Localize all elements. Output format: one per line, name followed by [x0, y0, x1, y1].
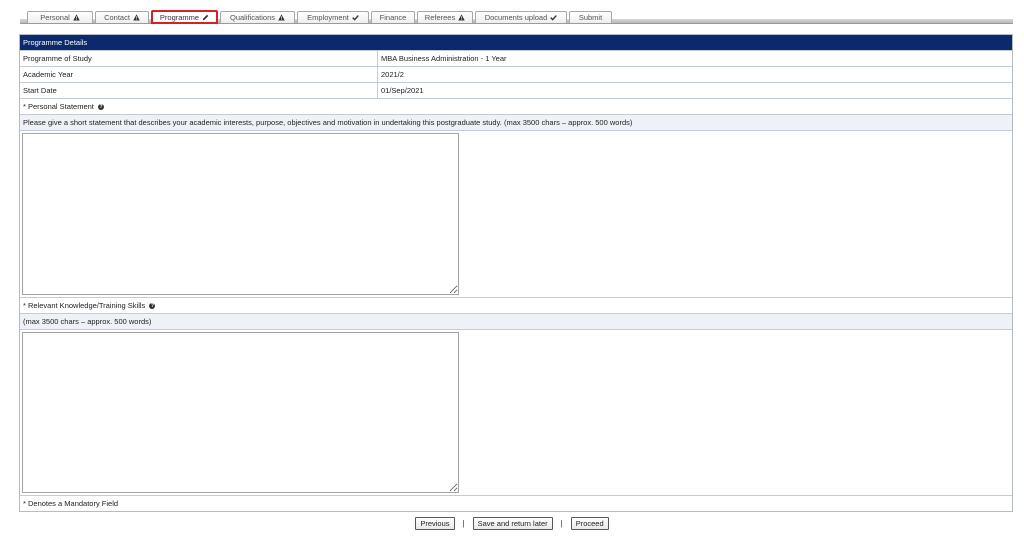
tab-label: Referees	[424, 13, 456, 22]
knowledge-skills-label-cell: * Relevant Knowledge/Training Skills ?	[20, 298, 1012, 313]
tab-employment[interactable]: Employment	[297, 11, 369, 23]
pencil-icon	[202, 14, 209, 21]
tab-qualifications[interactable]: Qualifications	[220, 11, 295, 23]
tabs: Personal Contact Programme Qualification…	[27, 10, 612, 24]
knowledge-skills-textarea[interactable]	[22, 332, 459, 493]
tab-submit[interactable]: Submit	[569, 11, 612, 23]
question-circle-icon[interactable]: ?	[149, 303, 156, 310]
personal-statement-label: * Personal Statement	[23, 102, 94, 111]
personal-statement-label-row: * Personal Statement ?	[20, 98, 1012, 114]
knowledge-skills-field-row	[20, 329, 1012, 495]
tab-programme[interactable]: Programme	[151, 10, 218, 24]
section-header: Programme Details	[20, 35, 1012, 50]
detail-value: 01/Sep/2021	[381, 86, 424, 95]
detail-row-start-date: Start Date 01/Sep/2021	[20, 82, 1012, 98]
proceed-button[interactable]: Proceed	[570, 517, 609, 530]
separator: |	[462, 519, 465, 528]
detail-value: MBA Business Administration - 1 Year	[381, 54, 507, 63]
check-icon	[352, 14, 359, 21]
detail-label: Academic Year	[20, 67, 378, 82]
tab-bar: Personal Contact Programme Qualification…	[20, 8, 1013, 24]
personal-statement-instructions-row: Please give a short statement that descr…	[20, 114, 1012, 130]
knowledge-skills-instructions-row: (max 3500 chars – approx. 500 words)	[20, 313, 1012, 329]
tab-personal[interactable]: Personal	[27, 11, 93, 23]
tab-label: Finance	[379, 13, 407, 22]
personal-statement-field-row	[20, 130, 1012, 297]
tab-label: Submit	[578, 13, 603, 22]
tab-label: Contact	[104, 13, 130, 22]
mandatory-field-note: * Denotes a Mandatory Field	[23, 499, 119, 508]
tab-documents-upload[interactable]: Documents upload	[475, 11, 567, 23]
tab-label: Documents upload	[484, 13, 548, 22]
detail-value: 2021/2	[381, 70, 404, 79]
knowledge-skills-instructions: (max 3500 chars – approx. 500 words)	[23, 317, 152, 326]
footer-note-row: * Denotes a Mandatory Field	[20, 495, 1012, 511]
tab-referees[interactable]: Referees	[417, 11, 473, 23]
tab-contact[interactable]: Contact	[95, 11, 149, 23]
check-icon	[550, 14, 558, 21]
detail-label: Programme of Study	[20, 51, 378, 66]
tab-label: Employment	[307, 13, 349, 22]
detail-row-academic-year: Academic Year 2021/2	[20, 66, 1012, 82]
detail-row-programme: Programme of Study MBA Business Administ…	[20, 50, 1012, 66]
question-circle-icon[interactable]: ?	[97, 104, 104, 111]
tab-label: Programme	[159, 12, 200, 22]
form-actions: Previous | Save and return later | Proce…	[0, 517, 1024, 530]
detail-label: Start Date	[20, 83, 378, 98]
personal-statement-textarea[interactable]	[22, 133, 459, 295]
warning-icon	[133, 14, 140, 21]
save-and-return-button[interactable]: Save and return later	[472, 517, 553, 530]
tab-label: Qualifications	[229, 13, 276, 22]
warning-icon	[458, 14, 465, 21]
section-title: Programme Details	[23, 38, 88, 47]
knowledge-skills-label-row: * Relevant Knowledge/Training Skills ?	[20, 297, 1012, 313]
warning-icon	[73, 14, 80, 21]
warning-icon	[278, 14, 285, 21]
personal-statement-label-cell: * Personal Statement ?	[20, 99, 1012, 114]
separator: |	[560, 519, 563, 528]
programme-form: Programme Details Programme of Study MBA…	[19, 34, 1013, 512]
personal-statement-instructions: Please give a short statement that descr…	[23, 118, 633, 127]
previous-button[interactable]: Previous	[415, 517, 455, 530]
tab-finance[interactable]: Finance	[371, 11, 415, 23]
tab-label: Personal	[40, 13, 70, 22]
knowledge-skills-label: * Relevant Knowledge/Training Skills	[23, 301, 146, 310]
